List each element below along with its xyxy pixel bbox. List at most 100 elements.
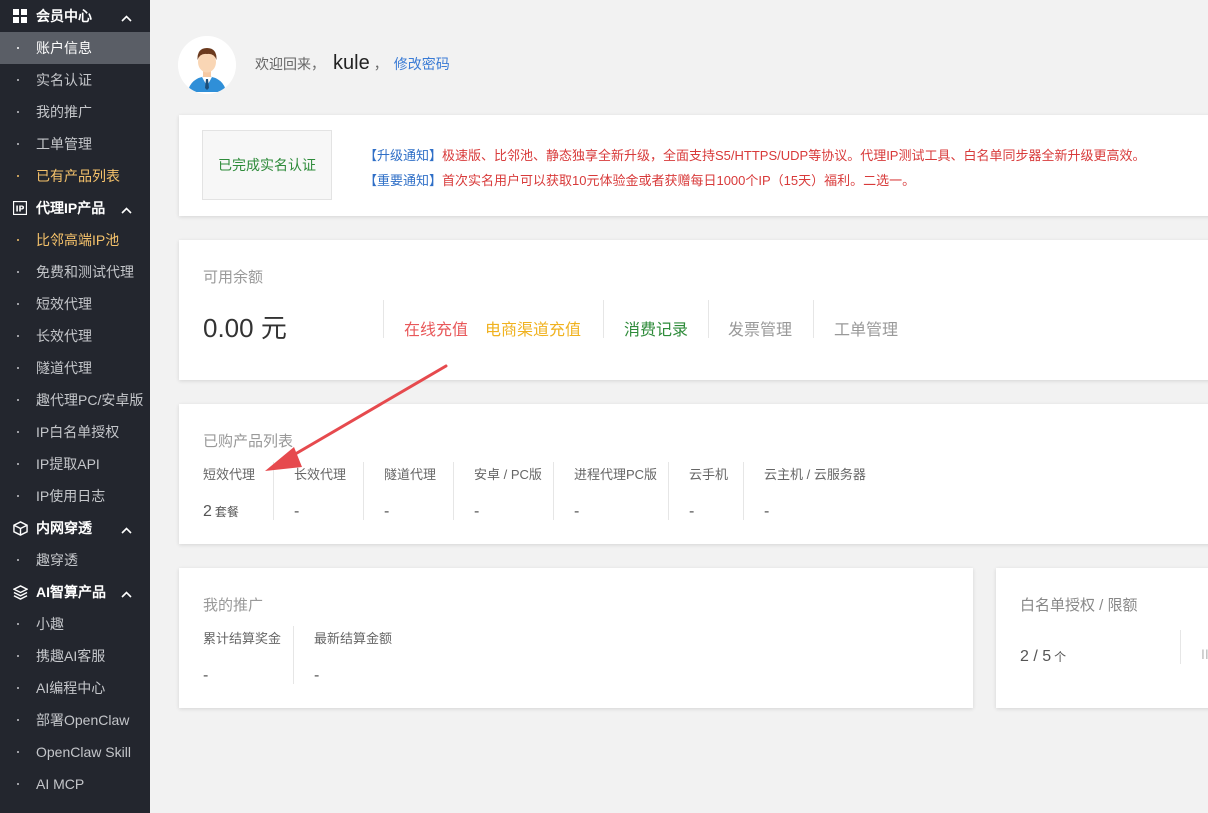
chevron-up-icon[interactable] <box>121 201 132 217</box>
invoice-management-button[interactable]: 发票管理 <box>728 316 792 340</box>
comma: ， <box>373 56 388 72</box>
divider <box>293 626 294 684</box>
promotion-title: 我的推广 <box>203 597 264 614</box>
svg-text:IP: IP <box>16 205 25 214</box>
product-column[interactable]: 短效代理 2 套餐 <box>203 464 255 521</box>
sidebar-item-short-proxy[interactable]: 短效代理 <box>0 288 150 320</box>
sidebar-item-ip-log[interactable]: IP使用日志 <box>0 480 150 512</box>
username: kule <box>333 52 370 74</box>
sidebar-item-ai-mcp[interactable]: AI MCP <box>0 768 150 800</box>
sidebar-item-free-test-proxy[interactable]: 免费和测试代理 <box>0 256 150 288</box>
promotion-column: 最新结算金额 - <box>314 628 392 685</box>
sidebar: 会员中心 账户信息 实名认证 我的推广 工单管理 已有产品列表 IP 代理IP产… <box>0 0 150 813</box>
chevron-up-icon[interactable] <box>121 521 132 537</box>
notice-tag: 【重要通知】 <box>364 173 443 188</box>
sidebar-item-openclaw-skill[interactable]: OpenClaw Skill <box>0 736 150 768</box>
ticket-management-button[interactable]: 工单管理 <box>834 316 898 340</box>
balance-card: 可用余额 0.00 元 在线充值 电商渠道充值 消费记录 发票管理 工单管理 <box>179 240 1208 380</box>
product-column[interactable]: 云主机 / 云服务器 - <box>764 464 866 521</box>
whitelist-cut-label: II <box>1201 646 1208 662</box>
consumption-records-button[interactable]: 消费记录 <box>624 316 688 340</box>
sidebar-item-ai-coding[interactable]: AI编程中心 <box>0 672 150 704</box>
divider <box>1180 630 1181 664</box>
divider <box>453 462 454 520</box>
product-value: - <box>294 503 300 520</box>
balance-value: 0.00 元 <box>203 313 287 343</box>
notice-text: 首次实名用户可以获取10元体验金或者获赠每日1000个IP（15天）福利。二选一… <box>442 173 916 188</box>
whitelist-value: 2 / 5个 <box>1020 648 1067 665</box>
online-recharge-button[interactable]: 在线充值 <box>404 316 468 340</box>
product-value: - <box>574 503 580 520</box>
sidebar-item-ai-service[interactable]: 携趣AI客服 <box>0 640 150 672</box>
promotion-name: 最新结算金额 <box>314 631 393 646</box>
product-column[interactable]: 安卓 / PC版 - <box>474 464 542 521</box>
product-column[interactable]: 云手机 - <box>689 464 728 521</box>
promotion-value: - <box>203 667 209 684</box>
sidebar-item-account-info[interactable]: 账户信息 <box>0 32 150 64</box>
sidebar-group-title: 内网穿透 <box>36 520 92 536</box>
sidebar-item-my-promotion[interactable]: 我的推广 <box>0 96 150 128</box>
notice-tag: 【升级通知】 <box>364 148 443 163</box>
whitelist-card: 白名单授权 / 限额 2 / 5个 II <box>996 568 1208 708</box>
purchased-products-card: 已购产品列表 短效代理 2 套餐 长效代理 - 隧道代理 - 安卓 / PC版 -… <box>179 404 1208 544</box>
sidebar-group-proxy-ip[interactable]: IP 代理IP产品 <box>0 192 150 224</box>
sidebar-item-qu-proxy-app[interactable]: 趣代理PC/安卓版 <box>0 384 150 416</box>
whitelist-title: 白名单授权 / 限额 <box>1020 597 1138 614</box>
welcome-line: 欢迎回来， kule ， 修改密码 <box>255 52 450 75</box>
divider <box>708 300 709 338</box>
divider <box>813 300 814 338</box>
sidebar-item-ip-api[interactable]: IP提取API <box>0 448 150 480</box>
product-name: 云手机 <box>689 467 729 482</box>
divider <box>363 462 364 520</box>
product-value: - <box>474 503 480 520</box>
promotion-name: 累计结算奖金 <box>203 631 282 646</box>
grid-icon <box>12 8 28 24</box>
sidebar-item-premium-ip-pool[interactable]: 比邻高端IP池 <box>0 224 150 256</box>
chevron-up-icon[interactable] <box>121 9 132 25</box>
sidebar-group-member-center[interactable]: 会员中心 <box>0 0 150 32</box>
product-column[interactable]: 进程代理PC版 - <box>574 464 657 521</box>
product-column[interactable]: 隧道代理 - <box>384 464 436 521</box>
chevron-up-icon[interactable] <box>121 585 132 601</box>
sidebar-item-tunnel-proxy[interactable]: 隧道代理 <box>0 352 150 384</box>
sidebar-item-long-proxy[interactable]: 长效代理 <box>0 320 150 352</box>
product-name: 短效代理 <box>203 467 256 482</box>
product-value: - <box>689 503 695 520</box>
sidebar-group-intranet[interactable]: 内网穿透 <box>0 512 150 544</box>
sidebar-group-title: 会员中心 <box>36 8 92 24</box>
divider <box>603 300 604 338</box>
ip-icon: IP <box>12 200 28 216</box>
product-name: 隧道代理 <box>384 467 437 482</box>
change-password-link[interactable]: 修改密码 <box>394 54 450 74</box>
cube-icon <box>12 520 28 536</box>
divider <box>668 462 669 520</box>
divider <box>553 462 554 520</box>
sidebar-item-xiaoqu[interactable]: 小趣 <box>0 608 150 640</box>
sidebar-item-qu-tunnel[interactable]: 趣穿透 <box>0 544 150 576</box>
products-title: 已购产品列表 <box>203 433 294 450</box>
product-column[interactable]: 长效代理 - <box>294 464 346 521</box>
sidebar-group-ai[interactable]: AI智算产品 <box>0 576 150 608</box>
sidebar-item-ip-whitelist[interactable]: IP白名单授权 <box>0 416 150 448</box>
important-notice[interactable]: 【重要通知】首次实名用户可以获取10元体验金或者获赠每日1000个IP（15天）… <box>364 170 915 189</box>
upgrade-notice[interactable]: 【升级通知】极速版、比邻池、静态独享全新升级，全面支持S5/HTTPS/UDP等… <box>364 145 1145 164</box>
ecommerce-recharge-button[interactable]: 电商渠道充值 <box>485 316 581 340</box>
sidebar-item-deploy-openclaw[interactable]: 部署OpenClaw <box>0 704 150 736</box>
notice-text: 极速版、比邻池、静态独享全新升级，全面支持S5/HTTPS/UDP等协议。代理I… <box>442 148 1146 163</box>
promotion-value: - <box>314 667 320 684</box>
promotion-card: 我的推广 累计结算奖金 - 最新结算金额 - <box>179 568 973 708</box>
sidebar-item-realname-auth[interactable]: 实名认证 <box>0 64 150 96</box>
main-content: 欢迎回来， kule ， 修改密码 已完成实名认证 【升级通知】极速版、比邻池、… <box>150 0 1208 813</box>
product-name: 长效代理 <box>294 467 347 482</box>
layers-icon <box>12 584 28 600</box>
product-value: - <box>764 503 770 520</box>
sidebar-item-product-list[interactable]: 已有产品列表 <box>0 160 150 192</box>
avatar[interactable] <box>178 36 236 94</box>
sidebar-group-title: 代理IP产品 <box>36 200 106 216</box>
product-name: 安卓 / PC版 <box>474 467 542 482</box>
promotion-column: 累计结算奖金 - <box>203 628 281 685</box>
realname-status-box[interactable]: 已完成实名认证 <box>202 130 332 200</box>
divider <box>273 462 274 520</box>
notice-card: 已完成实名认证 【升级通知】极速版、比邻池、静态独享全新升级，全面支持S5/HT… <box>179 115 1208 216</box>
sidebar-item-ticket-management[interactable]: 工单管理 <box>0 128 150 160</box>
